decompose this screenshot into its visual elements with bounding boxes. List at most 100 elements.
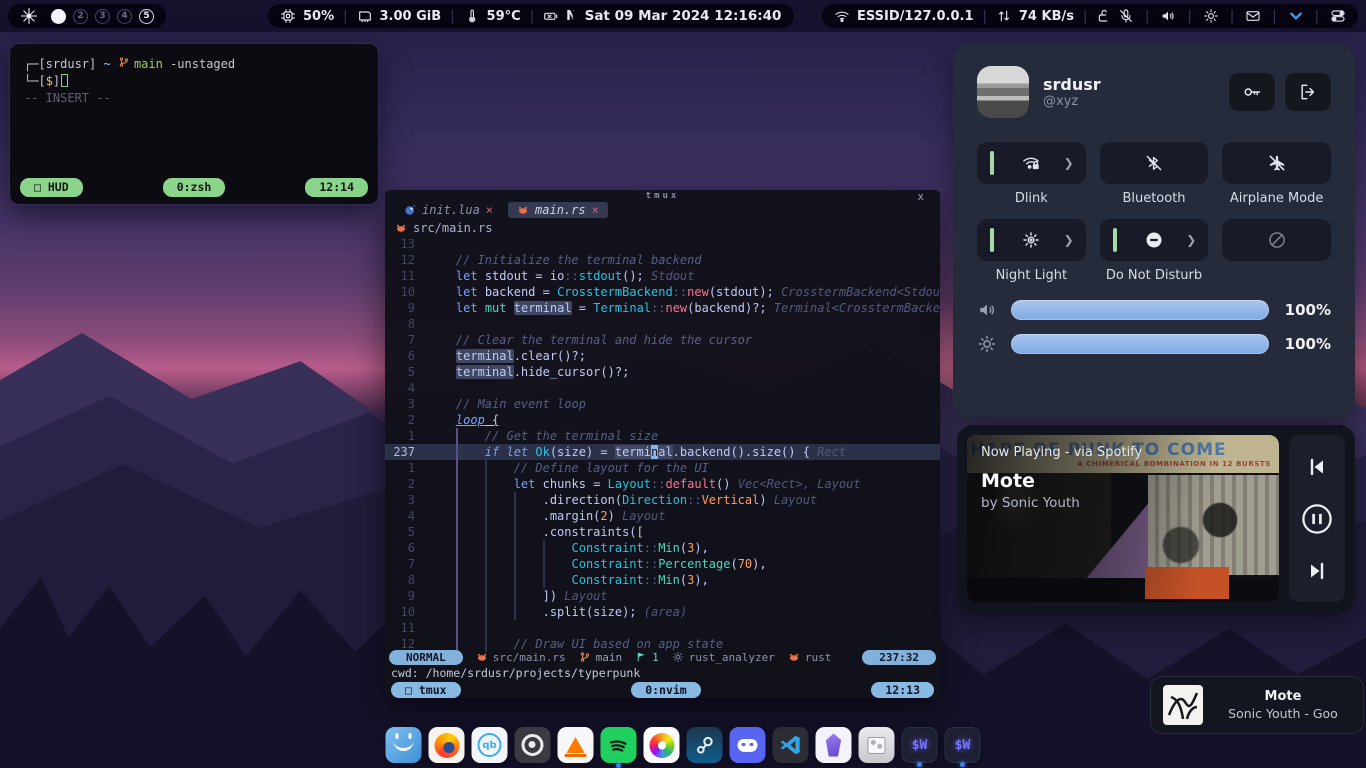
workspaces: 2345 <box>8 4 166 28</box>
slider-value: 100% <box>1283 335 1331 353</box>
toggles-icon[interactable] <box>1330 8 1346 24</box>
close-icon[interactable]: x <box>917 190 924 203</box>
sliders-section: 100%100% <box>953 284 1355 354</box>
dock-terminal-sw-2[interactable]: $W <box>945 727 981 763</box>
pause-button[interactable] <box>1300 502 1334 536</box>
workspace-5[interactable]: 5 <box>139 9 154 24</box>
buffer-tabs: init.lua× main.rs× <box>395 202 608 218</box>
dock-vlc[interactable] <box>558 727 594 763</box>
toggle-night-light[interactable]: ❯ <box>977 219 1086 261</box>
dock-firefox[interactable] <box>429 727 465 763</box>
dock-file-manager[interactable] <box>386 727 422 763</box>
media-player: SHAPE OF PUNK TO COME A CHIMERICAL BOMBI… <box>957 425 1355 612</box>
chevron-right-icon[interactable]: ❯ <box>1064 233 1074 247</box>
separator: | <box>341 9 349 24</box>
tmux-clock-badge: 12:13 <box>871 682 934 698</box>
dock-obs[interactable] <box>515 727 551 763</box>
code-line: 5 terminal.hide_cursor()?; <box>385 364 940 380</box>
updown-value: 74 KB/s <box>1019 9 1074 24</box>
code-line: 1 // Get the terminal size <box>385 428 940 444</box>
git-branch-icon <box>579 651 591 663</box>
line-number: 237 <box>385 444 415 460</box>
cpu-icon <box>280 8 296 24</box>
notification[interactable]: Mote Sonic Youth - Goo <box>1150 676 1364 734</box>
workspace-3[interactable]: 3 <box>95 9 110 24</box>
dock-vscode[interactable] <box>773 727 809 763</box>
separator: | <box>1270 9 1278 24</box>
chevron-down-icon[interactable] <box>1288 8 1304 24</box>
prev-button[interactable] <box>1305 455 1329 479</box>
tmux-session-badge[interactable]: □ tmux <box>391 682 461 698</box>
tmux-window-badge[interactable]: 0:nvim <box>631 682 701 698</box>
code-line: 13 <box>385 236 940 252</box>
sun-icon <box>1021 230 1041 250</box>
code-line-current: 237 if let Ok(size) = terminal.backend()… <box>385 444 940 460</box>
workspace-2[interactable]: 2 <box>73 9 88 24</box>
toggle-bluetooth[interactable] <box>1100 142 1209 184</box>
dock-trash[interactable] <box>859 727 895 763</box>
rust-icon <box>395 222 407 234</box>
lua-icon <box>404 204 416 216</box>
bluetooth-off-icon <box>1144 153 1164 173</box>
ban-icon <box>1267 230 1287 250</box>
line-number: 10 <box>385 284 415 300</box>
dock-qbittorrent[interactable]: qb <box>472 727 508 763</box>
volume-icon[interactable] <box>1160 8 1176 24</box>
separator: | <box>1228 9 1236 24</box>
toggle-do-not-disturb[interactable]: ❯ <box>1100 219 1209 261</box>
line-number: 5 <box>385 524 415 540</box>
line-number: 6 <box>385 540 415 556</box>
separator: | <box>1143 9 1151 24</box>
toggle-blocked[interactable] <box>1222 219 1331 261</box>
dock-steam[interactable] <box>687 727 723 763</box>
wifi-lock-icon <box>1021 153 1041 173</box>
statusline-branch: main <box>579 651 623 664</box>
chevron-right-icon[interactable]: ❯ <box>1186 233 1196 247</box>
dock-terminal-sw-1[interactable]: $W <box>902 727 938 763</box>
line-number: 4 <box>385 508 415 524</box>
chevron-right-icon[interactable]: ❯ <box>1064 156 1074 170</box>
volume-slider[interactable] <box>1011 300 1269 320</box>
code-line: 10 .split(size); (area) <box>385 604 940 620</box>
battery-x-icon <box>543 8 559 24</box>
tmux-session-badge[interactable]: □ HUD <box>20 178 83 197</box>
dock-obsidian[interactable] <box>816 727 852 763</box>
logout-button[interactable] <box>1285 73 1331 111</box>
code-area[interactable]: 1312 // Initialize the terminal backend1… <box>385 236 940 652</box>
tmux-window-badge[interactable]: 0:zsh <box>163 178 226 197</box>
line-number: 5 <box>385 364 415 380</box>
toggle-label <box>1222 268 1331 284</box>
launcher-icon[interactable] <box>20 7 38 25</box>
editor-window[interactable]: tmux x init.lua×main.rs× src/main.rs 131… <box>385 190 940 698</box>
gear-icon[interactable] <box>1203 8 1219 24</box>
tab-close-icon[interactable]: × <box>486 203 493 217</box>
toggle-label: Night Light <box>977 268 1086 284</box>
tab-init.lua[interactable]: init.lua× <box>395 202 502 218</box>
mail-icon[interactable] <box>1245 8 1261 24</box>
dock-spotify[interactable] <box>601 727 637 763</box>
workspace-1[interactable] <box>51 9 66 24</box>
brightness-slider[interactable] <box>1011 334 1269 354</box>
dock-photos[interactable] <box>644 727 680 763</box>
workspace-4[interactable]: 4 <box>117 9 132 24</box>
rust-icon <box>476 651 488 663</box>
thermo-value: 59°C <box>487 9 521 24</box>
clock[interactable]: Sat 09 Mar 2024 12:16:40 <box>573 4 794 28</box>
toggle-dlink[interactable]: ❯ <box>977 142 1086 184</box>
line-number: 3 <box>385 492 415 508</box>
track-artist: by Sonic Youth <box>981 495 1142 511</box>
toggle-airplane-mode[interactable] <box>1222 142 1331 184</box>
line-number: 4 <box>385 380 415 396</box>
next-button[interactable] <box>1305 559 1329 583</box>
dock-discord[interactable] <box>730 727 766 763</box>
key-button[interactable] <box>1229 73 1275 111</box>
code-line: 7 Constraint::Percentage(70), <box>385 556 940 572</box>
tab-main.rs[interactable]: main.rs× <box>508 202 608 218</box>
mic-off-icon[interactable] <box>1118 8 1134 24</box>
line-number: 11 <box>385 620 415 636</box>
terminal-window[interactable]: ┌─[srdusr] ~ main -unstaged└─[$]-- INSER… <box>10 44 378 204</box>
window-title: tmux <box>385 191 940 201</box>
control-center: srdusr @xyz ❯DlinkBluetoothAirplane Mode… <box>953 44 1355 418</box>
tab-close-icon[interactable]: × <box>592 203 599 217</box>
code-line: 8 Constraint::Min(3), <box>385 572 940 588</box>
